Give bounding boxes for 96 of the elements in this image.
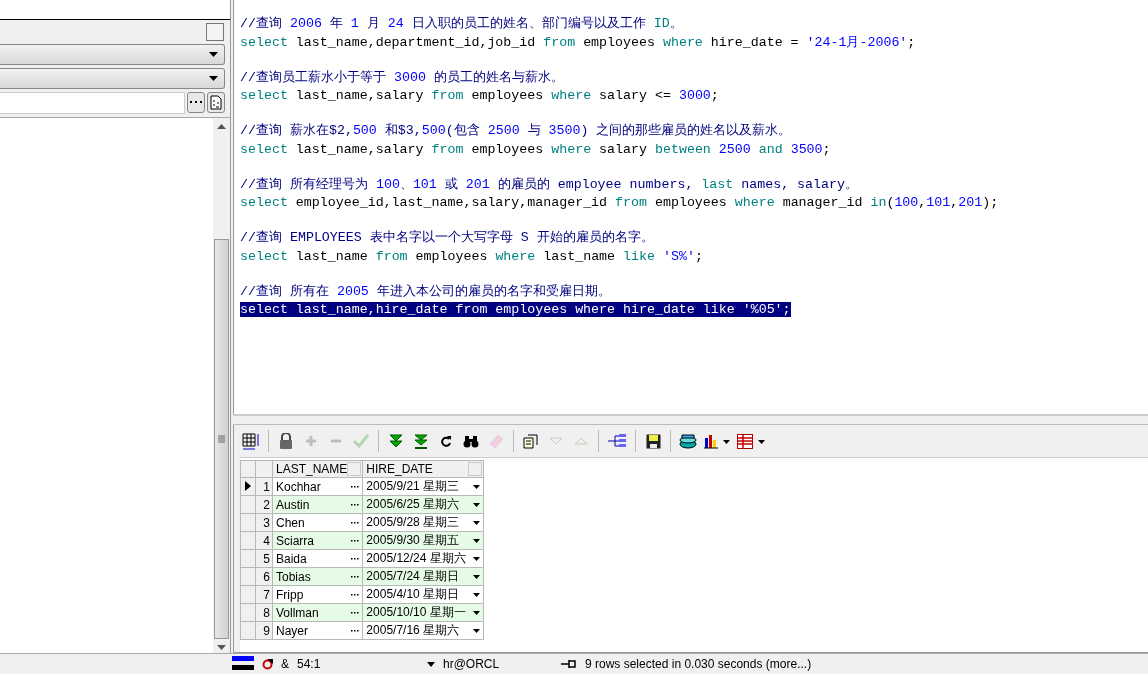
- table-cell: Sciarra: [276, 533, 314, 548]
- dropdown-arrow-icon[interactable]: [473, 520, 481, 525]
- table-cell: 2005/12/24 星期六: [366, 550, 466, 567]
- ellipsis-icon[interactable]: [351, 539, 360, 542]
- dropdown-arrow-icon[interactable]: [473, 628, 481, 633]
- table-icon: [737, 433, 765, 449]
- dropdown-arrow-icon[interactable]: [473, 538, 481, 543]
- code-line: //查询 薪水在$2,500 和$3,500(包含 2500 与 3500) 之间的那些雇员的姓名以及薪水。: [240, 123, 792, 138]
- code-line: //查询 所有在 2005 年进入本公司的雇员的名字和受雇日期。: [240, 283, 611, 299]
- checkmark-icon: [353, 434, 369, 448]
- grid-icon: [242, 432, 260, 450]
- code-line: //查询 所有经理号为 100、101 或 201 的雇员的 employee numbers, last names, salary。: [240, 176, 858, 192]
- ellipsis-icon[interactable]: [351, 611, 360, 614]
- ellipsis-icon: [190, 101, 202, 104]
- double-down-arrow-icon: [389, 434, 403, 448]
- code-editor[interactable]: [233, 0, 1148, 414]
- triangle-down-icon: [549, 437, 563, 445]
- triangle-up-icon: [574, 437, 588, 445]
- table-cell: 2005/7/24 星期日: [366, 568, 460, 585]
- documents-icon: [522, 433, 540, 449]
- table-cell: Austin: [276, 497, 310, 512]
- table-cell: 2005/9/30 星期五: [366, 532, 460, 549]
- scrollbar-thumb[interactable]: [214, 239, 229, 639]
- ellipsis-icon[interactable]: [351, 629, 360, 632]
- ellipsis-icon[interactable]: [351, 575, 360, 578]
- minus-icon: [330, 439, 342, 443]
- document-button[interactable]: [207, 92, 225, 113]
- row-number: 8: [263, 605, 270, 620]
- scroll-down-icon: [217, 645, 226, 650]
- code-line: //查询员工薪水小于等于 3000 的员工的姓名与薪水。: [240, 69, 564, 85]
- dropdown-arrow-icon: [209, 76, 218, 81]
- browse-button[interactable]: [187, 92, 205, 113]
- dropdown-arrow-icon[interactable]: [473, 574, 481, 579]
- table-cell: 2005/6/25 星期六: [366, 496, 460, 513]
- binoculars-icon: [463, 434, 479, 448]
- dropdown-arrow-icon[interactable]: [473, 592, 481, 597]
- dropdown-arrow-icon[interactable]: [473, 484, 481, 489]
- table-cell: Fripp: [276, 587, 304, 602]
- status-text: &: [281, 657, 289, 671]
- dropdown-arrow-icon: [209, 52, 218, 57]
- double-down-arrow-icon: [414, 433, 428, 449]
- table-cell: 2005/4/10 星期日: [366, 586, 460, 603]
- row-number: 3: [263, 515, 270, 530]
- table-cell: Chen: [276, 515, 305, 530]
- plus-icon: [305, 435, 317, 447]
- ellipsis-icon[interactable]: [351, 485, 360, 488]
- connection-label: hr@ORCL: [443, 657, 501, 671]
- cursor-position: 54:1: [297, 657, 322, 671]
- bar-chart-icon: [704, 433, 730, 449]
- tree-diagram-icon: [607, 434, 627, 448]
- grip-icon: [218, 435, 225, 443]
- scroll-up-icon: [217, 124, 226, 129]
- table-cell: Nayer: [276, 623, 308, 638]
- table-cell: Kochhar: [276, 479, 321, 494]
- code-line: select last_name,salary from employees where salary between 2500 and 3500;: [240, 141, 831, 157]
- row-number: 1: [263, 479, 270, 494]
- dropdown[interactable]: [0, 44, 225, 65]
- code-line: select last_name,department_id,job_id from employees where hire_date = '24-1月-2006';: [240, 34, 916, 50]
- scrollbar[interactable]: [213, 118, 230, 653]
- ellipsis-icon[interactable]: [351, 593, 360, 596]
- ellipsis-icon[interactable]: [351, 503, 360, 506]
- row-number: 7: [263, 587, 270, 602]
- row-number: 6: [263, 569, 270, 584]
- code-line: select employee_id,last_name,salary,manager_id from employees where manager_id in(100,101,201);: [240, 195, 999, 210]
- code-line: //查询 EMPLOYEES 表中名字以一个大写字母 S 开始的雇员的名字。: [240, 230, 654, 245]
- pin-icon: [561, 659, 577, 669]
- status-message: 9 rows selected in 0.030 seconds (more...): [585, 657, 812, 671]
- refresh-icon: [440, 435, 452, 447]
- row-number: 4: [263, 533, 270, 548]
- dropdown-arrow-icon[interactable]: [473, 502, 481, 507]
- dropdown-arrow-icon[interactable]: [473, 556, 481, 561]
- lock-icon: [279, 433, 293, 449]
- row-number: 9: [263, 623, 270, 638]
- ellipsis-icon[interactable]: [351, 557, 360, 560]
- code-line: select last_name,salary from employees where salary <= 3000;: [240, 88, 719, 103]
- eraser-icon: [488, 433, 504, 449]
- row-number: 2: [263, 497, 270, 512]
- refresh-icon: [262, 658, 273, 670]
- dropdown-arrow-icon[interactable]: [427, 661, 435, 667]
- code-line: select last_name from employees where last_name like 'S%';: [240, 248, 703, 264]
- input-field[interactable]: [0, 92, 185, 114]
- database-icon: [679, 433, 697, 449]
- document-icon: [210, 95, 222, 110]
- table-cell: Vollman: [276, 605, 319, 620]
- table-cell: 2005/7/16 星期六: [366, 622, 460, 639]
- checkbox[interactable]: [206, 23, 224, 41]
- table-cell: 2005/9/21 星期三: [366, 478, 460, 495]
- code-line: //查询 2006 年 1 月 24 日入职的员工的姓名、部门编号以及工作 ID。: [240, 16, 683, 31]
- table-cell: Tobias: [276, 569, 311, 584]
- table-cell: Baida: [276, 551, 307, 566]
- flag-icon: [232, 655, 254, 670]
- row-number: 5: [263, 551, 270, 566]
- ellipsis-icon[interactable]: [351, 521, 360, 524]
- table-cell: 2005/10/10 星期一: [366, 604, 466, 621]
- table-cell: 2005/9/28 星期三: [366, 514, 460, 531]
- dropdown-arrow-icon[interactable]: [473, 610, 481, 615]
